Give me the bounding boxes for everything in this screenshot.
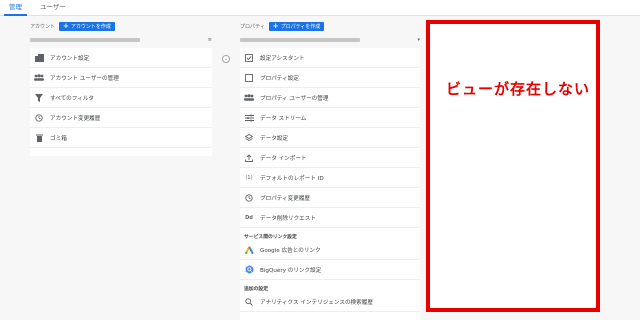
building-icon [34,53,44,63]
section-service-links: サービス間のリンク設定 [244,235,297,240]
property-selector[interactable]: ▾ [240,36,420,44]
create-property-label: プロパティを作成 [280,24,321,30]
collapse-column-button[interactable]: ⌄ [222,55,230,63]
menu-item-data-streams[interactable]: データ ストリーム [240,108,420,128]
menu-item-label: ゴミ箱 [50,135,67,142]
annotation-box: ビューが存在しない [426,20,600,312]
menu-item-label: データ設定 [260,135,288,142]
top-tab-bar: 管理 ユーザー [0,0,640,16]
create-account-button[interactable]: + アカウントを作成 [59,22,115,31]
selector-arrow-icon: ≡ [207,37,212,43]
menu-item-setup-assistant[interactable]: 設定アシスタント [240,48,420,68]
menu-item-label: アカウント設定 [50,55,90,62]
tab-admin[interactable]: 管理 [0,0,31,16]
menu-item-bigquery-link[interactable]: BigQuery のリンク設定 [240,260,420,280]
menu-item-label: プロパティ変更履歴 [260,195,311,202]
create-property-button[interactable]: + プロパティを作成 [268,22,325,31]
property-header-label: プロパティ [240,24,265,30]
menu-item-label: デフォルトのレポート ID [260,175,324,182]
plus-icon: + [272,22,279,30]
menu-item-property-change-history[interactable]: プロパティ変更履歴 [240,188,420,208]
checkbox-icon [244,53,254,63]
google-ads-icon [244,245,254,255]
layers-icon [244,133,254,143]
menu-item-label: アナリティクス インテリジェンスの検索履歴 [260,299,373,306]
bigquery-icon [244,265,254,275]
people-icon [244,93,254,103]
stream-icon [244,113,254,123]
account-header-label: アカウント [30,24,56,30]
menu-item-property-settings[interactable]: プロパティ設定 [240,68,420,88]
annotation-text: ビューが存在しない [446,80,591,98]
dd-icon: Dd [245,214,253,221]
section-additional-settings: 追加の設定 [244,287,268,292]
create-account-label: アカウントを作成 [70,24,111,30]
property-column-header: プロパティ + プロパティを作成 [240,22,325,31]
menu-item-google-ads-link[interactable]: Google 広告とのリンク [240,240,420,260]
account-name-redacted [30,38,140,42]
trash-icon [34,133,44,143]
menu-item-all-filters[interactable]: すべてのフィルタ [30,88,212,108]
menu-item-label: プロパティ ユーザーの管理 [260,95,329,102]
people-icon [34,73,44,83]
menu-item-data-settings[interactable]: データ設定 [240,128,420,148]
tab-user[interactable]: ユーザー [31,0,75,15]
menu-item-data-import[interactable]: データ インポート [240,148,420,168]
menu-item-label: プロパティ設定 [260,75,299,82]
chevron-down-icon: ⌄ [223,56,229,62]
square-icon [244,73,254,83]
menu-item-label: 設定アシスタント [260,55,305,62]
menu-item-label: BigQuery のリンク設定 [260,267,322,274]
history-icon [244,193,254,203]
dropdown-arrow-icon: ▾ [417,37,420,43]
plus-icon: + [63,22,69,30]
account-selector[interactable]: ≡ [30,36,212,44]
menu-item-label: データ ストリーム [260,115,307,122]
property-name-redacted [240,38,360,42]
account-column-header: アカウント + アカウントを作成 [30,22,115,31]
menu-item-label: アカウント ユーザーの管理 [50,75,119,82]
menu-item-label: すべてのフィルタ [50,95,95,102]
menu-item-property-user-management[interactable]: プロパティ ユーザーの管理 [240,88,420,108]
menu-item-account-change-history[interactable]: アカウント変更履歴 [30,108,212,128]
history-icon [34,113,44,123]
menu-item-trash[interactable]: ゴミ箱 [30,128,212,148]
menu-item-label: データ削除リクエスト [260,215,316,222]
search-history-icon [244,297,254,307]
menu-item-label: アカウント変更履歴 [50,115,101,122]
menu-item-data-deletion-request[interactable]: Dd データ削除リクエスト [240,208,420,228]
menu-item-default-report-id[interactable]: (1) デフォルトのレポート ID [240,168,420,188]
account-menu-panel: アカウント設定 アカウント ユーザーの管理 すべてのフィルタ アカウント変更履歴… [30,48,212,156]
property-menu-panel: 設定アシスタント プロパティ設定 プロパティ ユーザーの管理 データ ストリーム… [240,48,420,320]
menu-item-label: データ インポート [260,155,307,162]
menu-item-analytics-intelligence-history[interactable]: アナリティクス インテリジェンスの検索履歴 [240,292,420,312]
menu-item-account-user-management[interactable]: アカウント ユーザーの管理 [30,68,212,88]
menu-item-label: Google 広告とのリンク [260,247,321,254]
menu-item-account-settings[interactable]: アカウント設定 [30,48,212,68]
filter-icon [34,93,44,103]
upload-icon [244,153,254,163]
report-id-icon: (1) [245,174,253,181]
